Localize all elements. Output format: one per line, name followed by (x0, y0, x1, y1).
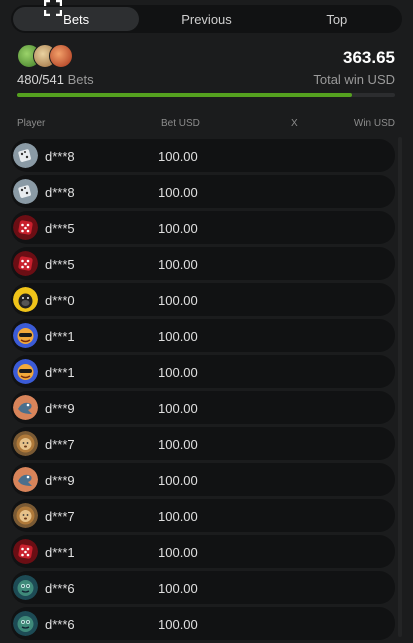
bet-amount: 100.00 (158, 293, 198, 308)
bets-progress-fill (17, 93, 353, 97)
expand-icon (44, 0, 62, 16)
total-win-label: Total win USD (313, 72, 395, 87)
col-bet: Bet USD (161, 118, 200, 129)
lion-icon (13, 503, 38, 528)
player-name: d***5 (45, 221, 75, 236)
player-name: d***8 (45, 149, 75, 164)
dice-red-icon (13, 215, 38, 240)
player-name: d***0 (45, 293, 75, 308)
avatar (49, 44, 73, 68)
green-creature-icon (13, 611, 38, 636)
player-name: d***1 (45, 545, 75, 560)
bet-amount: 100.00 (158, 437, 198, 452)
player-name: d***1 (45, 329, 75, 344)
gorilla-icon (13, 287, 38, 312)
table-row[interactable]: d***0 100.00 (11, 283, 395, 316)
dice-white-icon (13, 143, 38, 168)
bet-amount: 100.00 (158, 365, 198, 380)
fullscreen-button[interactable] (40, 0, 66, 16)
table-row[interactable]: d***5 100.00 (11, 247, 395, 280)
blue-bird-icon (13, 395, 38, 420)
bets-count-value: 480/541 (17, 72, 64, 87)
green-creature-icon (13, 575, 38, 600)
bets-summary: 480/541 Bets 363.65 Total win USD (17, 44, 395, 99)
bets-progress-bar (17, 93, 395, 97)
bets-count: 480/541 Bets (17, 72, 94, 87)
player-name: d***7 (45, 509, 75, 524)
total-win-value: 363.65 (343, 48, 395, 67)
tab-bets[interactable]: Bets (13, 7, 140, 31)
table-row[interactable]: d***9 100.00 (11, 463, 395, 496)
bet-amount: 100.00 (158, 401, 198, 416)
table-row[interactable]: d***7 100.00 (11, 499, 395, 532)
player-name: d***6 (45, 617, 75, 632)
table-row[interactable]: d***9 100.00 (11, 391, 395, 424)
table-row[interactable]: d***7 100.00 (11, 427, 395, 460)
table-row[interactable]: d***1 100.00 (11, 535, 395, 568)
player-name: d***9 (45, 401, 75, 416)
tab-top[interactable]: Top (274, 7, 400, 31)
col-win: Win USD (353, 118, 395, 129)
bet-amount: 100.00 (158, 149, 198, 164)
cool-face-icon (13, 323, 38, 348)
lion-icon (13, 431, 38, 456)
dice-red-icon (13, 539, 38, 564)
bet-amount: 100.00 (158, 581, 198, 596)
player-name: d***6 (45, 581, 75, 596)
cool-face-icon (13, 359, 38, 384)
bet-amount: 100.00 (158, 545, 198, 560)
player-name: d***9 (45, 473, 75, 488)
player-name: d***1 (45, 365, 75, 380)
blue-bird-icon (13, 467, 38, 492)
scrollbar[interactable] (398, 137, 402, 637)
bet-amount: 100.00 (158, 509, 198, 524)
table-row[interactable]: d***8 100.00 (11, 139, 395, 172)
column-headers: Player Bet USD X Win USD (17, 118, 395, 132)
table-row[interactable]: d***6 100.00 (11, 607, 395, 640)
bet-amount: 100.00 (158, 221, 198, 236)
col-multiplier: X (291, 118, 298, 129)
player-name: d***7 (45, 437, 75, 452)
bet-amount: 100.00 (158, 185, 198, 200)
bet-amount: 100.00 (158, 617, 198, 632)
player-name: d***5 (45, 257, 75, 272)
bets-list: d***8 100.00 d***8 100.00 d***5 100.00 d***5 10… (11, 139, 395, 643)
col-player: Player (17, 118, 46, 129)
dice-white-icon (13, 179, 38, 204)
bet-amount: 100.00 (158, 257, 198, 272)
player-name: d***8 (45, 185, 75, 200)
table-row[interactable]: d***1 100.00 (11, 319, 395, 352)
bets-count-label: Bets (67, 72, 94, 87)
tab-previous[interactable]: Previous (143, 7, 269, 31)
bet-amount: 100.00 (158, 473, 198, 488)
tab-bar: Bets Previous Top (11, 5, 402, 33)
table-row[interactable]: d***8 100.00 (11, 175, 395, 208)
table-row[interactable]: d***5 100.00 (11, 211, 395, 244)
dice-red-icon (13, 251, 38, 276)
top-avatars (17, 44, 73, 68)
table-row[interactable]: d***1 100.00 (11, 355, 395, 388)
bet-amount: 100.00 (158, 329, 198, 344)
table-row[interactable]: d***6 100.00 (11, 571, 395, 604)
